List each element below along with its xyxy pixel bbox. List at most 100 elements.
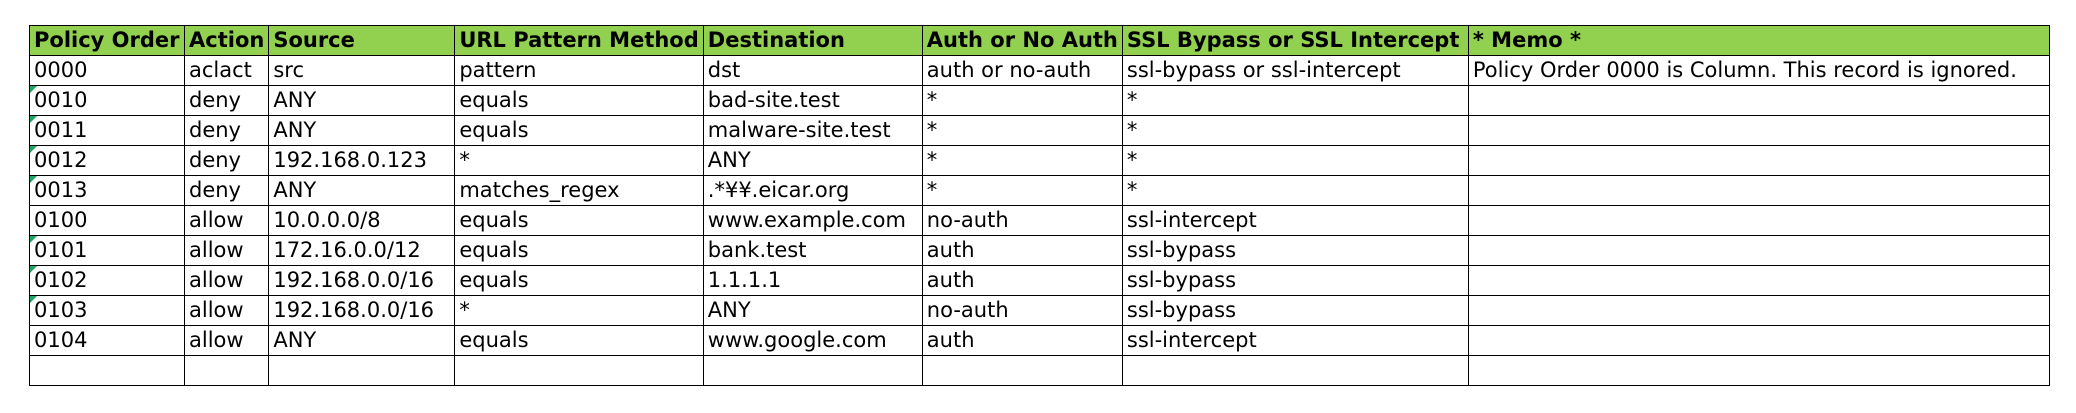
cell-policy-order[interactable]: 0000 [29, 55, 185, 86]
cell-memo[interactable]: Policy Order 0000 is Column. This record… [1467, 55, 2050, 86]
table-row: 0010 deny ANY equals bad-site.test * * [29, 85, 2050, 116]
cell-destination[interactable]: .*¥¥.eicar.org [702, 175, 923, 206]
cell-url-pattern-method[interactable]: equals [454, 265, 704, 296]
cell-action[interactable]: aclact [183, 55, 270, 86]
cell-url-pattern-method[interactable]: equals [454, 325, 704, 356]
cell-ssl[interactable]: * [1121, 175, 1469, 206]
header-ssl[interactable]: SSL Bypass or SSL Intercept [1121, 25, 1469, 56]
cell-source[interactable]: src [268, 55, 456, 86]
cell-auth[interactable]: auth [921, 325, 1123, 356]
cell-auth[interactable]: * [921, 175, 1123, 206]
cell-auth[interactable]: auth or no-auth [921, 55, 1123, 86]
cell-ssl[interactable]: * [1121, 115, 1469, 146]
cell-action[interactable]: deny [183, 145, 270, 176]
cell-ssl[interactable]: ssl-bypass [1121, 265, 1469, 296]
cell-memo[interactable] [1467, 175, 2050, 206]
cell-ssl[interactable]: ssl-bypass [1121, 295, 1469, 326]
cell-ssl[interactable] [1121, 355, 1469, 386]
cell-destination[interactable]: www.example.com [702, 205, 923, 236]
header-url-pattern-method[interactable]: URL Pattern Method [454, 25, 704, 56]
cell-action[interactable]: allow [183, 205, 270, 236]
cell-action[interactable]: allow [183, 295, 270, 326]
cell-source[interactable]: 172.16.0.0/12 [268, 235, 456, 266]
cell-policy-order[interactable]: 0013 [29, 175, 185, 206]
cell-policy-order[interactable]: 0011 [29, 115, 185, 146]
cell-auth[interactable]: * [921, 115, 1123, 146]
cell-policy-order[interactable]: 0103 [29, 295, 185, 326]
cell-destination[interactable]: ANY [702, 295, 923, 326]
cell-destination[interactable]: ANY [702, 145, 923, 176]
cell-auth[interactable]: auth [921, 265, 1123, 296]
cell-url-pattern-method[interactable]: matches_regex [454, 175, 704, 206]
cell-url-pattern-method[interactable]: pattern [454, 55, 704, 86]
cell-destination[interactable] [702, 355, 923, 386]
cell-auth[interactable]: no-auth [921, 295, 1123, 326]
cell-policy-order[interactable]: 0012 [29, 145, 185, 176]
cell-memo[interactable] [1467, 235, 2050, 266]
header-auth[interactable]: Auth or No Auth [921, 25, 1123, 56]
cell-source[interactable]: ANY [268, 175, 456, 206]
cell-memo[interactable] [1467, 85, 2050, 116]
cell-auth[interactable]: * [921, 85, 1123, 116]
cell-policy-order[interactable]: 0100 [29, 205, 185, 236]
cell-policy-order[interactable]: 0102 [29, 265, 185, 296]
cell-auth[interactable]: * [921, 145, 1123, 176]
cell-action[interactable]: deny [183, 115, 270, 146]
cell-memo[interactable] [1467, 325, 2050, 356]
cell-memo[interactable] [1467, 205, 2050, 236]
cell-ssl[interactable]: ssl-bypass [1121, 235, 1469, 266]
cell-url-pattern-method[interactable] [454, 355, 704, 386]
cell-action[interactable]: allow [183, 265, 270, 296]
header-row: Policy Order Action Source URL Pattern M… [29, 25, 2050, 56]
cell-source[interactable]: 10.0.0.0/8 [268, 205, 456, 236]
cell-destination[interactable]: www.google.com [702, 325, 923, 356]
cell-action[interactable]: deny [183, 175, 270, 206]
cell-destination[interactable]: bad-site.test [702, 85, 923, 116]
cell-memo[interactable] [1467, 115, 2050, 146]
cell-memo[interactable] [1467, 265, 2050, 296]
header-destination[interactable]: Destination [702, 25, 923, 56]
cell-policy-order[interactable]: 0010 [29, 85, 185, 116]
cell-action[interactable]: allow [183, 325, 270, 356]
cell-source[interactable]: ANY [268, 325, 456, 356]
cell-action[interactable]: deny [183, 85, 270, 116]
cell-action[interactable]: allow [183, 235, 270, 266]
cell-policy-order[interactable] [29, 355, 185, 386]
cell-ssl[interactable]: * [1121, 145, 1469, 176]
cell-url-pattern-method[interactable]: * [454, 295, 704, 326]
table-row: 0013 deny ANY matches_regex .*¥¥.eicar.org * * [29, 175, 2050, 206]
header-policy-order[interactable]: Policy Order [29, 25, 185, 56]
cell-destination[interactable]: dst [702, 55, 923, 86]
cell-auth[interactable]: no-auth [921, 205, 1123, 236]
cell-policy-order[interactable]: 0104 [29, 325, 185, 356]
cell-auth[interactable] [921, 355, 1123, 386]
cell-url-pattern-method[interactable]: equals [454, 205, 704, 236]
cell-memo[interactable] [1467, 355, 2050, 386]
cell-ssl[interactable]: ssl-intercept [1121, 325, 1469, 356]
cell-source[interactable]: 192.168.0.0/16 [268, 265, 456, 296]
cell-source[interactable]: ANY [268, 85, 456, 116]
cell-url-pattern-method[interactable]: * [454, 145, 704, 176]
cell-source[interactable]: ANY [268, 115, 456, 146]
cell-source[interactable] [268, 355, 456, 386]
cell-action[interactable] [183, 355, 270, 386]
header-memo[interactable]: * Memo * [1467, 25, 2050, 56]
cell-url-pattern-method[interactable]: equals [454, 115, 704, 146]
cell-auth[interactable]: auth [921, 235, 1123, 266]
header-source[interactable]: Source [268, 25, 456, 56]
cell-destination[interactable]: 1.1.1.1 [702, 265, 923, 296]
cell-ssl[interactable]: * [1121, 85, 1469, 116]
cell-url-pattern-method[interactable]: equals [454, 235, 704, 266]
cell-policy-order[interactable]: 0101 [29, 235, 185, 266]
cell-ssl[interactable]: ssl-intercept [1121, 205, 1469, 236]
header-action[interactable]: Action [183, 25, 270, 56]
table-row: 0100 allow 10.0.0.0/8 equals www.example.com… [29, 205, 2050, 236]
cell-source[interactable]: 192.168.0.123 [268, 145, 456, 176]
cell-url-pattern-method[interactable]: equals [454, 85, 704, 116]
cell-source[interactable]: 192.168.0.0/16 [268, 295, 456, 326]
cell-memo[interactable] [1467, 295, 2050, 326]
cell-destination[interactable]: malware-site.test [702, 115, 923, 146]
cell-ssl[interactable]: ssl-bypass or ssl-intercept [1121, 55, 1469, 86]
cell-memo[interactable] [1467, 145, 2050, 176]
cell-destination[interactable]: bank.test [702, 235, 923, 266]
